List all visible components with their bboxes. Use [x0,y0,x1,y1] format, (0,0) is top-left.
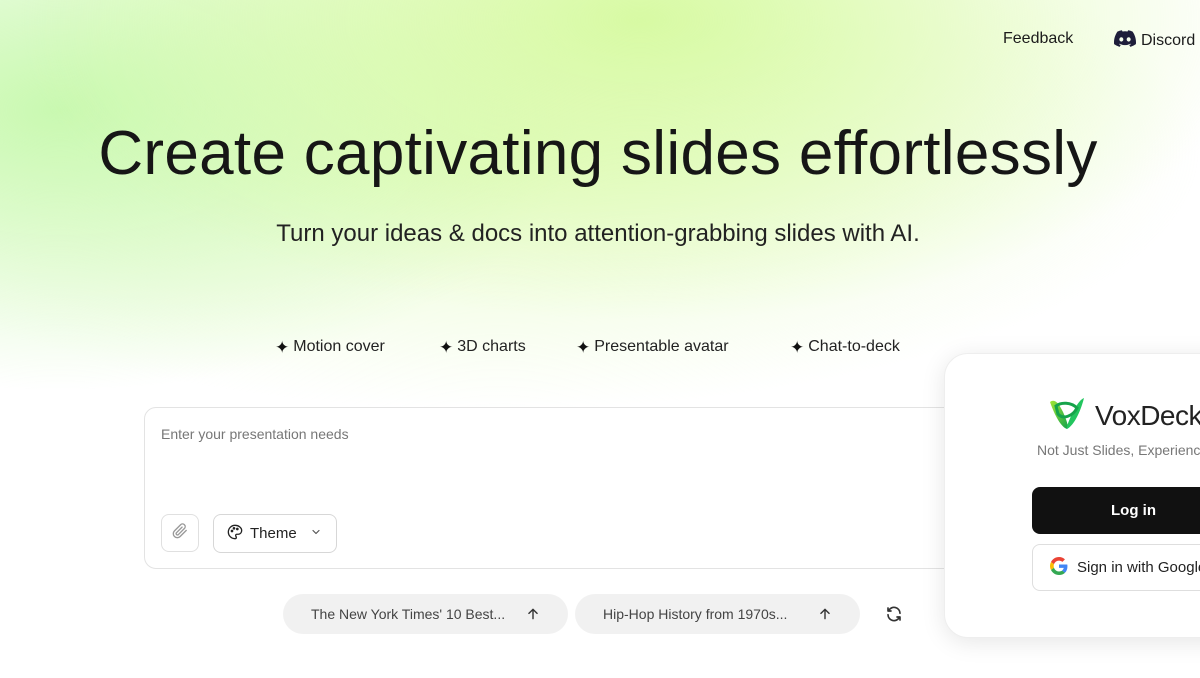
palette-icon [227,524,243,544]
google-icon [1050,556,1068,579]
attach-button[interactable] [161,514,199,552]
feature-presentable-avatar: ✦ Presentable avatar [576,338,729,356]
page-subtitle: Turn your ideas & docs into attention-gr… [276,220,920,247]
chevron-down-icon [310,525,322,542]
arrow-up-icon [526,606,540,625]
google-signin-button[interactable]: Sign in with Google [1032,544,1200,591]
refresh-suggestions-button[interactable] [885,605,903,623]
login-button[interactable]: Log in [1032,487,1200,534]
feature-chat-to-deck: ✦ Chat-to-deck [790,338,900,356]
sparkle-icon: ✦ [439,337,454,357]
discord-icon [1114,30,1137,52]
sparkle-icon: ✦ [790,337,805,357]
page-title: Create captivating slides effortlessly [0,118,1200,189]
feature-label: Presentable avatar [594,338,729,355]
google-signin-label: Sign in with Google [1077,559,1200,576]
feature-3d-charts: ✦ 3D charts [439,338,526,356]
feedback-label: Feedback [1003,30,1074,47]
feature-label: Chat-to-deck [808,338,900,355]
feature-label: Motion cover [293,338,385,355]
brand-logo: VoxDeck [1047,394,1200,437]
sparkle-icon: ✦ [275,337,290,357]
theme-button[interactable]: Theme [213,514,337,553]
suggestion-label: The New York Times' 10 Best... [311,606,506,622]
suggestion-label: Hip-Hop History from 1970s... [603,606,788,622]
discord-label: Discord [1141,32,1196,49]
sparkle-icon: ✦ [576,337,591,357]
voxdeck-logo-icon [1047,394,1087,437]
discord-link[interactable]: Discord [1114,30,1195,52]
brand-name: VoxDeck [1095,399,1200,431]
prompt-box: Theme [144,407,1064,569]
feature-motion-cover: ✦ Motion cover [275,338,385,356]
login-label: Log in [1111,502,1156,519]
login-card: VoxDeck Not Just Slides, Experience Log … [944,353,1200,638]
paperclip-icon [172,522,188,544]
presentation-needs-input[interactable] [161,426,921,442]
page-title-text: Create captivating slides effortlessly [98,119,1098,188]
suggestion-chip[interactable]: Hip-Hop History from 1970s... [575,594,860,634]
refresh-icon [885,606,903,627]
arrow-up-icon [818,606,832,625]
theme-label: Theme [250,525,297,542]
brand-tagline: Not Just Slides, Experience [1037,442,1200,458]
suggestion-chip[interactable]: The New York Times' 10 Best... [283,594,568,634]
feature-label: 3D charts [457,338,526,355]
feedback-link[interactable]: Feedback [1003,30,1073,48]
